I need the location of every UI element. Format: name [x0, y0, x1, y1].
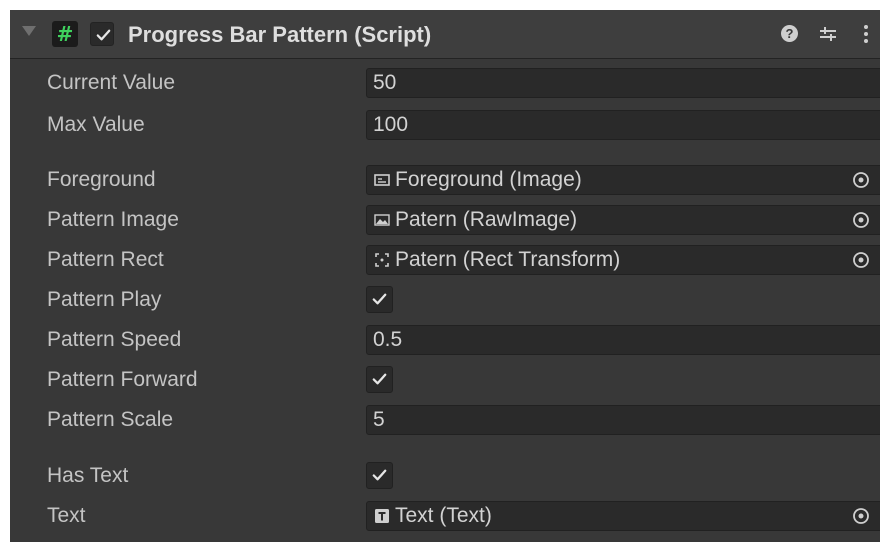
component-header[interactable]: # Progress Bar Pattern (Script) ?	[10, 10, 880, 59]
has-text-toggle[interactable]	[366, 462, 393, 489]
pattern-play-toggle[interactable]	[366, 286, 393, 313]
field-label: Current Value	[47, 71, 176, 94]
field-label: Pattern Forward	[47, 368, 198, 391]
text-object-field[interactable]: Text (Text)	[366, 501, 880, 531]
field-row-has-text: Has Text	[10, 459, 880, 493]
field-value: 50	[373, 71, 397, 94]
checkmark-icon	[372, 373, 387, 385]
image-component-icon	[374, 174, 390, 186]
inspector-panel: # Progress Bar Pattern (Script) ? Curren…	[10, 10, 880, 542]
field-label: Pattern Speed	[47, 328, 182, 351]
field-row-foreground: Foreground Foreground (Image)	[10, 163, 880, 197]
help-button[interactable]: ?	[778, 22, 802, 46]
pattern-speed-input[interactable]: 0.5	[366, 325, 880, 355]
context-menu-icon	[864, 25, 868, 43]
field-value: Foreground (Image)	[395, 168, 582, 191]
field-label: Pattern Image	[47, 208, 179, 231]
field-value: 0.5	[373, 328, 403, 351]
presets-icon	[820, 27, 836, 41]
help-icon: ?	[781, 25, 798, 42]
field-value: Patern (Rect Transform)	[395, 248, 621, 271]
field-label: Pattern Scale	[47, 408, 174, 431]
field-label: Has Text	[47, 464, 129, 487]
pattern-forward-toggle[interactable]	[366, 366, 393, 393]
object-picker-icon[interactable]	[851, 250, 871, 270]
field-value: 5	[373, 408, 385, 431]
raw-image-icon	[374, 214, 390, 226]
field-label: Text	[47, 504, 86, 527]
rect-transform-icon	[375, 253, 389, 267]
checkmark-icon	[372, 293, 387, 305]
field-value: 100	[373, 113, 409, 136]
field-row-pattern-play: Pattern Play	[10, 283, 880, 317]
object-picker-icon[interactable]	[851, 506, 871, 526]
component-enabled-toggle[interactable]	[90, 22, 114, 46]
field-row-pattern-image: Pattern Image Patern (RawImage)	[10, 203, 880, 237]
pattern-rect-object-field[interactable]: Patern (Rect Transform)	[366, 245, 880, 275]
component-title: Progress Bar Pattern (Script)	[128, 22, 432, 47]
field-row-pattern-speed: Pattern Speed 0.5	[10, 323, 880, 357]
checkmark-icon	[372, 469, 387, 481]
presets-button[interactable]	[816, 22, 840, 46]
field-value: Text (Text)	[395, 504, 492, 527]
checkmark-icon	[96, 29, 111, 41]
field-row-pattern-scale: Pattern Scale 5	[10, 403, 880, 437]
pattern-image-object-field[interactable]: Patern (RawImage)	[366, 205, 880, 235]
max-value-input[interactable]: 100	[366, 110, 880, 140]
object-picker-icon[interactable]	[851, 210, 871, 230]
object-picker-icon[interactable]	[851, 170, 871, 190]
context-menu-button[interactable]	[854, 22, 878, 46]
field-label: Max Value	[47, 113, 145, 136]
field-row-text: Text Text (Text)	[10, 499, 880, 533]
foreground-object-field[interactable]: Foreground (Image)	[366, 165, 880, 195]
csharp-script-icon: #	[52, 21, 78, 47]
field-label: Pattern Rect	[47, 248, 164, 271]
field-row-current-value: Current Value 50	[10, 66, 880, 100]
field-row-pattern-forward: Pattern Forward	[10, 363, 880, 397]
pattern-scale-input[interactable]: 5	[366, 405, 880, 435]
text-component-icon	[375, 509, 389, 523]
field-label: Foreground	[47, 168, 156, 191]
current-value-input[interactable]: 50	[366, 68, 880, 98]
field-row-pattern-rect: Pattern Rect Patern (Rect Transform)	[10, 243, 880, 277]
field-value: Patern (RawImage)	[395, 208, 578, 231]
field-label: Pattern Play	[47, 288, 162, 311]
field-row-max-value: Max Value 100	[10, 108, 880, 142]
foldout-arrow-icon[interactable]	[22, 26, 36, 36]
